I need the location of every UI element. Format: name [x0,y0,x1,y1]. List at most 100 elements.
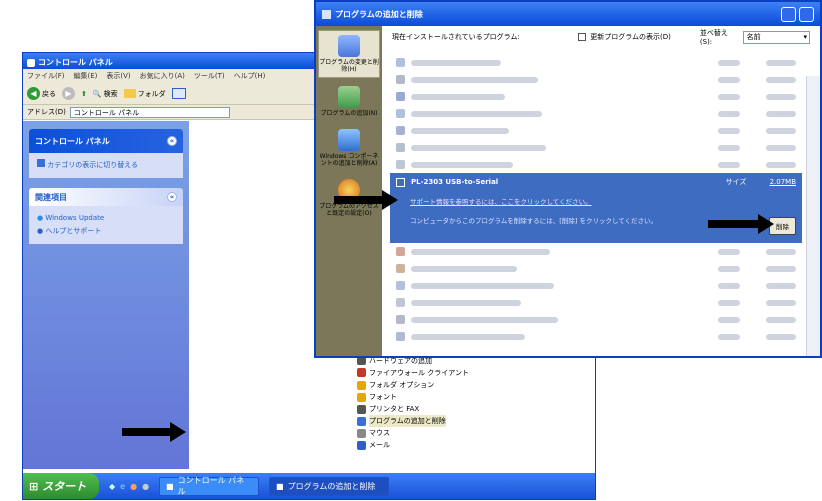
program-size-label-blurred [718,265,740,272]
program-row[interactable] [390,328,802,345]
change-remove-programs-button[interactable]: プログラムの変更と削除(H) [318,30,380,78]
program-row[interactable] [390,156,802,173]
program-size-label-blurred [718,248,740,255]
add-program-label: プログラムの追加(N) [320,110,378,117]
help-icon: ● [37,227,44,235]
program-row[interactable] [390,71,802,88]
program-name-blurred [411,316,558,323]
program-name-blurred [411,265,517,272]
switch-view-link[interactable]: カテゴリの表示に切り替える [37,159,175,172]
control-panel-item-icon [357,392,366,402]
selected-program-row[interactable]: PL-2303 USB-to-Serial サイズ 2.07MB サポート情報を… [390,173,802,243]
windows-update-icon: ● [37,214,44,222]
program-name-blurred [411,282,554,289]
address-input[interactable]: コントロール パネル [69,106,230,118]
program-size-blurred [766,248,796,255]
menu-view[interactable]: 表示(V) [106,71,130,81]
search-button[interactable]: 🔍 検索 [93,89,118,99]
size-value: 2.07MB [769,178,796,186]
windows-components-button[interactable]: Windows コンポーネントの追加と削除(A) [318,125,380,171]
menu-favorites[interactable]: お気に入り(A) [140,71,185,81]
start-button[interactable]: ⊞ スタート [23,473,99,499]
control-panel-item[interactable]: ファイアウォール クライアント [357,367,591,379]
program-row[interactable] [390,294,802,311]
menu-file[interactable]: ファイル(F) [27,71,65,81]
control-panel-item[interactable]: プログラムの追加と削除 [357,415,591,428]
program-icon [396,58,405,67]
program-size-label-blurred [718,144,740,151]
help-support-link[interactable]: ● ヘルプとサポート [37,225,175,238]
control-panel-item-label: メール [369,441,390,450]
program-row[interactable] [390,122,802,139]
program-row[interactable] [390,88,802,105]
windows-update-link[interactable]: ● Windows Update [37,212,175,225]
start-label: スタート [42,480,87,493]
program-row[interactable] [390,277,802,294]
collapse-chevron-icon[interactable]: « [167,136,177,146]
ie-icon[interactable]: e [120,482,125,491]
add-programs-button[interactable]: プログラムの追加(N) [318,82,380,121]
folders-button[interactable]: フォルダ [123,89,166,99]
program-rows: PL-2303 USB-to-Serial サイズ 2.07MB サポート情報を… [390,54,802,356]
sort-select[interactable]: 名前 ▾ [742,30,810,44]
program-row[interactable] [390,139,802,156]
add-remove-sidebar: プログラムの変更と削除(H) プログラムの追加(N) Windows コンポーネ… [316,26,382,356]
installed-programs-label: 現在インストールされているプログラム: [392,33,520,41]
program-row[interactable] [390,54,802,71]
program-icon [396,247,405,256]
control-panel-item-icon [357,428,366,438]
program-icon [396,264,405,273]
program-size-blurred [766,282,796,289]
control-panel-item[interactable]: フォント [357,391,591,403]
collapse-chevron-icon[interactable]: « [167,192,177,202]
taskbar-control-panel[interactable]: ■ コントロール パネル [159,476,260,496]
program-icon [396,126,405,135]
task-group-header[interactable]: コントロール パネル « [29,129,183,153]
add-remove-small-icon: ■ [276,481,284,491]
address-label: アドレス(D) [27,108,66,116]
program-row[interactable] [390,243,802,260]
minimize-button[interactable] [781,6,796,22]
back-arrow-icon: ◀ [27,87,40,100]
control-panel-item[interactable]: フォルダ オプション [357,379,591,391]
program-size-label-blurred [718,93,740,100]
add-remove-window: プログラムの追加と削除 プログラムの変更と削除(H) プログラムの追加(N) W… [314,0,822,358]
control-panel-item[interactable]: プリンタと FAX [357,403,591,415]
vertical-scrollbar[interactable] [806,76,820,356]
control-panel-item[interactable]: マウス [357,427,591,439]
related-topics-header[interactable]: 関連項目 « [29,188,183,206]
control-panel-item[interactable]: メール [357,439,591,451]
views-icon[interactable] [171,88,186,99]
maximize-button[interactable] [799,6,814,22]
messenger-icon[interactable]: ● [142,482,149,491]
task-group-title: コントロール パネル [35,136,110,146]
control-panel-item-icon [357,368,366,378]
control-panel-item-label: プログラムの追加と削除 [369,415,446,428]
program-size-blurred [766,59,796,66]
up-folder-icon[interactable]: ⬆ [81,90,87,98]
menu-help[interactable]: ヘルプ(H) [234,71,266,81]
forward-button[interactable]: ▶ [62,87,75,100]
program-icon [396,75,405,84]
program-size-label-blurred [718,59,740,66]
menu-tools[interactable]: ツール(T) [194,71,225,81]
arrow-to-selected-program [334,190,398,210]
media-icon[interactable]: ● [130,482,137,491]
back-button[interactable]: ◀ 戻る [27,87,56,100]
arrow-to-remove-button [708,214,774,234]
program-row[interactable] [390,260,802,277]
menu-edit[interactable]: 編集(E) [74,71,98,81]
support-info-link[interactable]: サポート情報を参照するには、ここをクリックしてください。 [410,196,796,206]
help-support-label: ヘルプとサポート [45,227,102,235]
add-remove-titlebar[interactable]: プログラムの追加と削除 [316,2,820,26]
program-name-blurred [411,127,509,134]
program-icon [396,109,405,118]
desktop-icon[interactable]: ◆ [109,482,115,491]
program-row[interactable] [390,311,802,328]
related-topics-title: 関連項目 [35,192,67,202]
show-updates-checkbox[interactable] [578,33,587,41]
taskbar-add-remove[interactable]: ■ プログラムの追加と削除 [269,476,390,496]
change-remove-icon [338,35,360,57]
control-panel-item-label: フォルダ オプション [369,380,435,389]
program-row[interactable] [390,105,802,122]
